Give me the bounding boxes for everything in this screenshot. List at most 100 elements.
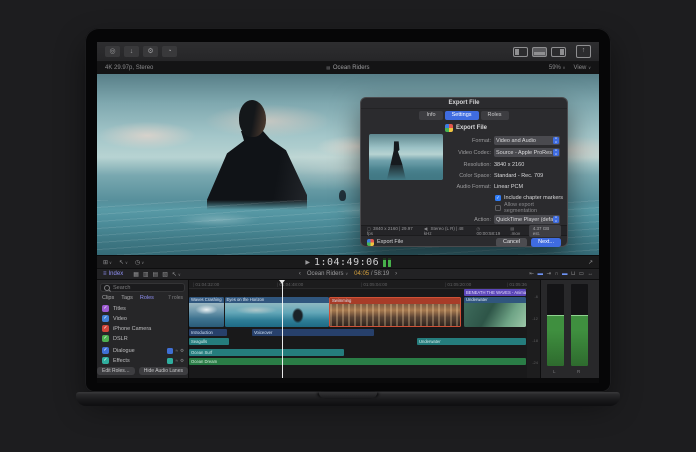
summary-audio-text: Stereo (L R) | 48 kHz [423, 225, 464, 236]
checkbox-checked[interactable]: ✓ [495, 195, 501, 201]
tab-roles[interactable]: Roles [140, 295, 154, 301]
edit-roles-button[interactable]: Edit Roles… [97, 367, 135, 375]
role-row-video[interactable]: ✓ Video [102, 314, 184, 323]
final-cut-pro-window: ◎ ↓ ⚙ ◔ ↑ 4K 29.97p, Stereo ▤ Ocean Ride… [97, 42, 599, 383]
tab-roles[interactable]: Roles [480, 111, 509, 120]
import-media-icon[interactable]: ◎ [105, 46, 120, 57]
role-label: Dialogue [113, 347, 135, 354]
role-row-titles[interactable]: ✓ Titles [102, 304, 184, 313]
download-glyph: ↓ [129, 48, 134, 55]
audio-clip-ocean-dream[interactable]: Ocean Dream [189, 358, 526, 365]
tab-info[interactable]: Info [419, 111, 443, 120]
video-checkbox[interactable]: ✓ [102, 315, 109, 322]
clip-thumbnail [189, 302, 224, 327]
share-icon[interactable]: ↑ [576, 45, 591, 58]
play-icon[interactable]: ▶ [305, 259, 310, 266]
video-clip-swimming[interactable]: Swimming [329, 297, 461, 327]
video-clip-waves-crashing[interactable]: Waves Crashing [189, 297, 224, 327]
check-icon: ✓ [496, 195, 500, 200]
focus-icon[interactable] [167, 347, 174, 354]
solo-icon[interactable]: ∩ [555, 271, 559, 277]
dialog-title: Export File [361, 98, 567, 109]
fullscreen-icon[interactable]: ↗ [588, 259, 593, 266]
dslr-checkbox[interactable]: ✓ [102, 335, 109, 342]
trim-icon[interactable]: ⇤ [529, 271, 534, 277]
action-label: Action: [474, 216, 491, 223]
cancel-button[interactable]: Cancel [495, 237, 528, 247]
resolution-value: 3840 x 2160 [494, 161, 525, 168]
tab-tags[interactable]: Tags [121, 295, 133, 301]
effects-checkbox[interactable]: ✓ [102, 357, 109, 364]
video-clip-underwater[interactable]: Underwater [464, 297, 526, 327]
audio-clip-underwater[interactable]: Underwater [417, 338, 526, 345]
format-field: Format: Video and Audio ∧ ∨ [445, 136, 563, 145]
screen-bottom-strip [97, 378, 599, 383]
zoom-level-value: 59% [548, 65, 561, 71]
mini-audio-meters[interactable] [383, 257, 391, 267]
video-clip-eyes-on-the-horizon[interactable]: Eyes on the Horizon [224, 297, 329, 327]
clip-thumbnail [330, 303, 460, 326]
skimming-toggle-icon[interactable]: ▬ [537, 271, 543, 277]
audio-clip-voiceover[interactable]: Voiceover [252, 329, 374, 336]
inspector-layout-icon[interactable] [551, 46, 566, 57]
audio-clip-seagulls[interactable]: Seagulls [189, 338, 229, 345]
role-settings-icon[interactable]: ⚙ [180, 358, 184, 364]
elapsed-time: 04:05 [354, 271, 370, 277]
clip-thumbnail [464, 302, 526, 327]
tab-clips[interactable]: Clips [102, 295, 114, 301]
audio-skimming-icon[interactable]: ⇥ [546, 271, 551, 277]
color-space-value: Standard - Rec. 709 [494, 172, 544, 179]
format-dropdown[interactable]: Video and Audio ∧ ∨ [494, 136, 560, 145]
timeline-layout-icon[interactable] [532, 46, 547, 57]
keyword-editor-icon[interactable]: ⚙ [143, 46, 158, 57]
action-field: Action: QuickTime Player (default) ∧ ∨ [445, 215, 563, 224]
magnet-icon[interactable]: ⊔ [571, 271, 575, 277]
role-settings-icon[interactable]: ⚙ [180, 348, 184, 354]
browser-layout-icon[interactable] [513, 46, 528, 57]
hide-audio-lanes-button[interactable]: Hide Audio Lanes [138, 367, 188, 375]
role-row-iphone-camera[interactable]: ✓ iPhone Camera [102, 324, 184, 333]
snapping-toggle-icon[interactable]: ▬ [562, 271, 568, 277]
checkbox-unchecked[interactable] [495, 205, 501, 211]
previous-project-icon[interactable]: ‹ [299, 271, 301, 277]
dialogue-checkbox[interactable]: ✓ [102, 347, 109, 354]
action-dropdown[interactable]: QuickTime Player (default) ∧ ∨ [494, 215, 560, 224]
export-file-dialog: Export File Info Settings Roles Export F… [360, 97, 568, 247]
stepper-icon: ∧ ∨ [553, 215, 559, 223]
title-clip[interactable]: BENEATH THE WAVES - Animated Title [464, 288, 526, 296]
zoom-fit-icon[interactable]: ↔ [588, 271, 594, 277]
playhead[interactable] [279, 280, 285, 378]
project-name-dropdown[interactable]: Ocean Riders ∨ [307, 271, 348, 277]
audio-format-label: Audio Format: [456, 183, 491, 190]
show-lanes-icon[interactable]: ≈ [175, 348, 177, 353]
next-project-icon[interactable]: › [395, 271, 397, 277]
focus-icon[interactable] [167, 357, 174, 364]
audio-clip-ocean-surf[interactable]: Ocean Surf [189, 349, 344, 356]
tab-settings[interactable]: Settings [444, 111, 479, 120]
view-dropdown[interactable]: View ∨ [573, 65, 591, 71]
next-button[interactable]: Next... [531, 237, 561, 247]
background-tasks-icon[interactable]: ◔ [162, 46, 177, 57]
download-icon[interactable]: ↓ [124, 46, 139, 57]
db-scale: -6 -12 -18 -24 [527, 280, 540, 378]
titles-checkbox[interactable]: ✓ [102, 305, 109, 312]
timeline-tracks[interactable]: 01:04:32:00 01:04:48:00 01:05:04:00 01:0… [189, 280, 527, 378]
export-destination-icon [367, 238, 374, 246]
summary-duration: ◷ 00:00:58:19 [476, 226, 505, 236]
project-title-text: Ocean Riders [332, 65, 370, 71]
clip-appearance-icon[interactable]: ▭ [579, 271, 584, 277]
timeline-ruler[interactable]: 01:04:32:00 01:04:48:00 01:05:04:00 01:0… [189, 280, 527, 289]
chevron-down-icon: ∨ [562, 65, 566, 70]
duration-separator: / [370, 271, 373, 277]
iphone-camera-checkbox[interactable]: ✓ [102, 325, 109, 332]
role-row-dialogue[interactable]: ✓ Dialogue ≈ ⚙ [102, 346, 184, 355]
video-codec-dropdown[interactable]: Source - Apple ProRes 422 ∧ ∨ [494, 148, 560, 157]
role-row-effects[interactable]: ✓ Effects ≈ ⚙ [102, 356, 184, 365]
role-row-dslr[interactable]: ✓ DSLR [102, 334, 184, 343]
role-label: DSLR [113, 335, 128, 342]
show-lanes-icon[interactable]: ≈ [175, 358, 177, 363]
zoom-level-dropdown[interactable]: 59% ∨ [549, 65, 566, 71]
audio-clip-introduction[interactable]: Introduction [189, 329, 227, 336]
search-input[interactable]: Search [100, 283, 185, 292]
format-label: Format: [472, 137, 491, 144]
